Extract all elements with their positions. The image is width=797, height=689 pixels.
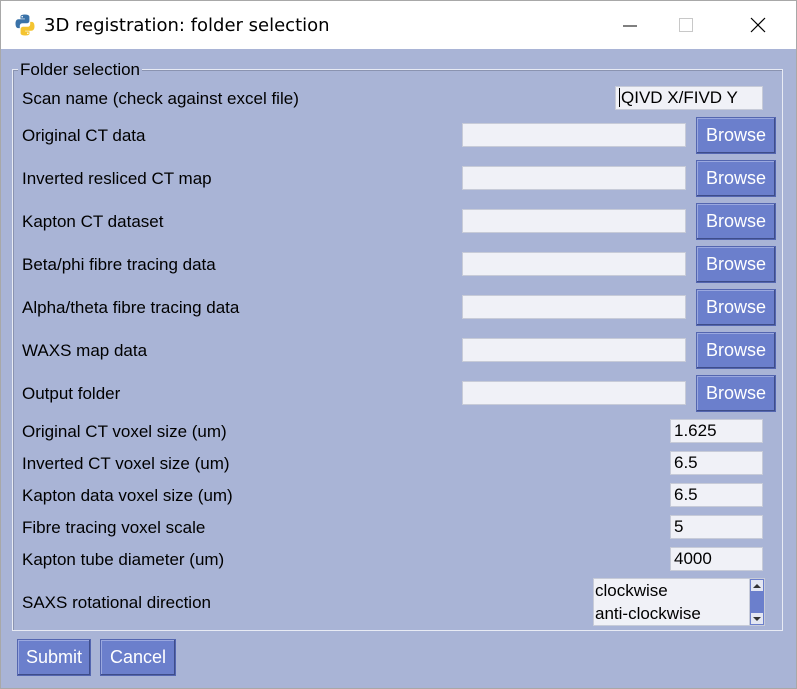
waxs-map-data-input[interactable] — [462, 338, 686, 362]
inverted-ct-map-input[interactable] — [462, 166, 686, 190]
kapton-voxel-input[interactable]: 6.5 — [670, 483, 763, 507]
scan-name-label: Scan name (check against excel file) — [22, 89, 299, 108]
dialog-content: Folder selection Scan name (check agains… — [1, 49, 796, 688]
close-button[interactable] — [730, 1, 786, 49]
saxs-direction-label: SAXS rotational direction — [22, 593, 211, 612]
submit-button[interactable]: Submit — [17, 639, 91, 676]
kapton-ct-dataset-input[interactable] — [462, 209, 686, 233]
group-legend: Folder selection — [18, 60, 143, 80]
saxs-option-clockwise[interactable]: clockwise — [595, 581, 668, 601]
saxs-direction-listbox[interactable]: clockwise anti-clockwise — [593, 578, 765, 626]
arrow-up-icon — [753, 583, 761, 588]
kapton-ct-dataset-label: Kapton CT dataset — [22, 212, 164, 231]
title-bar: 3D registration: folder selection — [1, 1, 796, 49]
saxs-option-anti-clockwise[interactable]: anti-clockwise — [595, 604, 701, 624]
minimize-button[interactable] — [602, 1, 658, 49]
browse-kapton-button[interactable]: Browse — [696, 203, 776, 240]
browse-beta-phi-button[interactable]: Browse — [696, 246, 776, 283]
alpha-theta-data-input[interactable] — [462, 295, 686, 319]
browse-waxs-button[interactable]: Browse — [696, 332, 776, 369]
cancel-button[interactable]: Cancel — [100, 639, 176, 676]
close-icon — [750, 17, 766, 33]
arrow-down-icon — [753, 616, 761, 621]
browse-alpha-theta-button[interactable]: Browse — [696, 289, 776, 326]
output-folder-input[interactable] — [462, 381, 686, 405]
alpha-theta-data-label: Alpha/theta fibre tracing data — [22, 298, 240, 317]
original-ct-data-input[interactable] — [462, 123, 686, 147]
original-ct-voxel-input[interactable]: 1.625 — [670, 419, 763, 443]
saxs-scrollbar[interactable] — [749, 579, 764, 625]
python-icon — [15, 14, 35, 36]
beta-phi-data-input[interactable] — [462, 252, 686, 276]
browse-inverted-ct-button[interactable]: Browse — [696, 160, 776, 197]
window-title: 3D registration: folder selection — [44, 15, 330, 36]
beta-phi-data-label: Beta/phi fibre tracing data — [22, 255, 216, 274]
original-ct-data-label: Original CT data — [22, 126, 146, 145]
kapton-diameter-input[interactable]: 4000 — [670, 547, 763, 571]
browse-original-ct-button[interactable]: Browse — [696, 117, 776, 154]
maximize-button[interactable] — [658, 1, 714, 49]
scan-name-value: QIVD X/FIVD Y — [619, 88, 738, 107]
kapton-voxel-label: Kapton data voxel size (um) — [22, 486, 233, 505]
fibre-voxel-scale-label: Fibre tracing voxel scale — [22, 518, 206, 537]
scroll-up-button[interactable] — [751, 580, 763, 591]
inverted-ct-map-label: Inverted resliced CT map — [22, 169, 212, 188]
waxs-map-data-label: WAXS map data — [22, 341, 148, 360]
minimize-icon — [623, 25, 637, 27]
output-folder-label: Output folder — [22, 384, 121, 403]
scan-name-input[interactable]: QIVD X/FIVD Y — [615, 86, 763, 110]
maximize-icon — [679, 18, 693, 32]
kapton-diameter-label: Kapton tube diameter (um) — [22, 550, 225, 569]
scroll-down-button[interactable] — [751, 613, 763, 624]
app-window: 3D registration: folder selection Folder… — [0, 0, 797, 689]
original-ct-voxel-label: Original CT voxel size (um) — [22, 422, 227, 441]
inverted-ct-voxel-label: Inverted CT voxel size (um) — [22, 454, 230, 473]
fibre-voxel-scale-input[interactable]: 5 — [670, 515, 763, 539]
inverted-ct-voxel-input[interactable]: 6.5 — [670, 451, 763, 475]
browse-output-button[interactable]: Browse — [696, 375, 776, 412]
